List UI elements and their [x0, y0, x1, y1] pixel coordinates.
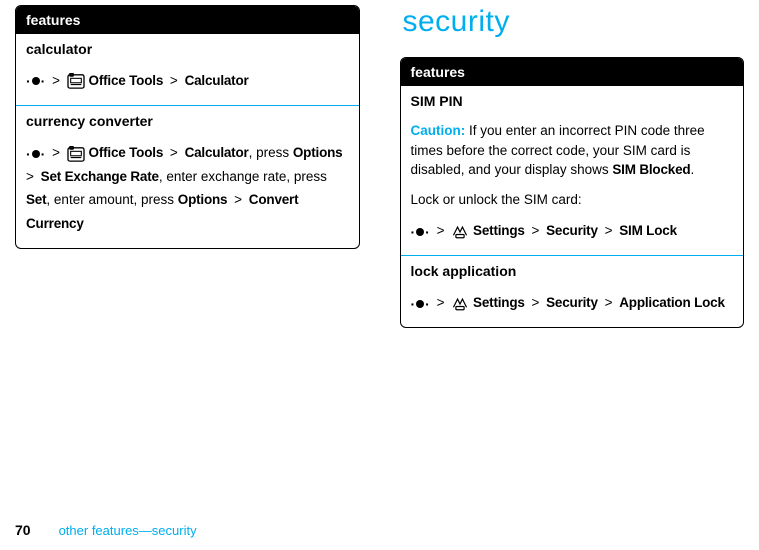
features-table-right: features SIM PIN Caution: If you enter a… [400, 57, 745, 328]
office-tools-icon [67, 146, 85, 162]
settings-icon [451, 224, 469, 240]
separator: > [170, 73, 178, 88]
separator: > [605, 295, 613, 310]
section-title-security: security [403, 5, 745, 39]
text: . [690, 162, 694, 177]
row-title: currency converter [26, 113, 349, 129]
center-key-icon [26, 147, 45, 161]
separator: > [234, 192, 242, 207]
menu-application-lock: Application Lock [619, 295, 725, 310]
menu-calculator: Calculator [185, 73, 249, 88]
center-key-icon [26, 74, 45, 88]
separator: > [605, 223, 613, 238]
text: , enter exchange rate, press [159, 169, 327, 184]
menu-options: Options [293, 145, 343, 160]
caution-label: Caution: [411, 123, 466, 138]
separator: > [437, 223, 445, 238]
left-column: features calculator > Office Tools > Cal… [15, 5, 360, 328]
lock-instruction: Lock or unlock the SIM card: [411, 190, 734, 210]
separator: > [52, 145, 60, 160]
row-title: lock application [411, 263, 734, 279]
separator: > [170, 145, 178, 160]
row-lock-application: lock application > Settings > Security >… [401, 256, 744, 327]
separator: > [26, 169, 34, 184]
text: , enter amount, press [46, 192, 174, 207]
menu-security: Security [546, 223, 598, 238]
table-header: features [16, 6, 359, 34]
menu-settings: Settings [473, 223, 525, 238]
footer-breadcrumb: other features—security [59, 523, 197, 538]
menu-options: Options [178, 192, 228, 207]
nav-path: > Office Tools > Calculator [26, 69, 349, 93]
page-number: 70 [15, 522, 31, 538]
menu-calculator: Calculator [185, 145, 249, 160]
center-key-icon [411, 297, 430, 311]
menu-settings: Settings [473, 295, 525, 310]
text: , press [249, 145, 290, 160]
table-header: features [401, 58, 744, 86]
menu-set-exchange-rate: Set Exchange Rate [41, 169, 159, 184]
menu-sim-lock: SIM Lock [619, 223, 677, 238]
row-calculator: calculator > Office Tools > Calculator [16, 34, 359, 105]
menu-office-tools: Office Tools [89, 73, 164, 88]
sim-blocked-label: SIM Blocked [612, 162, 690, 177]
menu-set: Set [26, 192, 46, 207]
features-table-left: features calculator > Office Tools > Cal… [15, 5, 360, 249]
separator: > [531, 223, 539, 238]
separator: > [437, 295, 445, 310]
settings-icon [451, 296, 469, 312]
row-currency-converter: currency converter > Office Tools > Calc… [16, 106, 359, 248]
menu-office-tools: Office Tools [89, 145, 164, 160]
row-sim-pin: SIM PIN Caution: If you enter an incorre… [401, 86, 744, 255]
nav-path: > Settings > Security > Application Lock [411, 291, 734, 315]
row-title: calculator [26, 41, 349, 57]
nav-path: > Office Tools > Calculator, press Optio… [26, 141, 349, 236]
caution-text: Caution: If you enter an incorrect PIN c… [411, 121, 734, 180]
nav-path: > Settings > Security > SIM Lock [411, 219, 734, 243]
separator: > [52, 73, 60, 88]
separator: > [531, 295, 539, 310]
row-title: SIM PIN [411, 93, 734, 109]
office-tools-icon [67, 73, 85, 89]
page-footer: 70 other features—security [0, 522, 197, 538]
center-key-icon [411, 225, 430, 239]
right-column: security features SIM PIN Caution: If yo… [400, 5, 745, 328]
menu-security: Security [546, 295, 598, 310]
